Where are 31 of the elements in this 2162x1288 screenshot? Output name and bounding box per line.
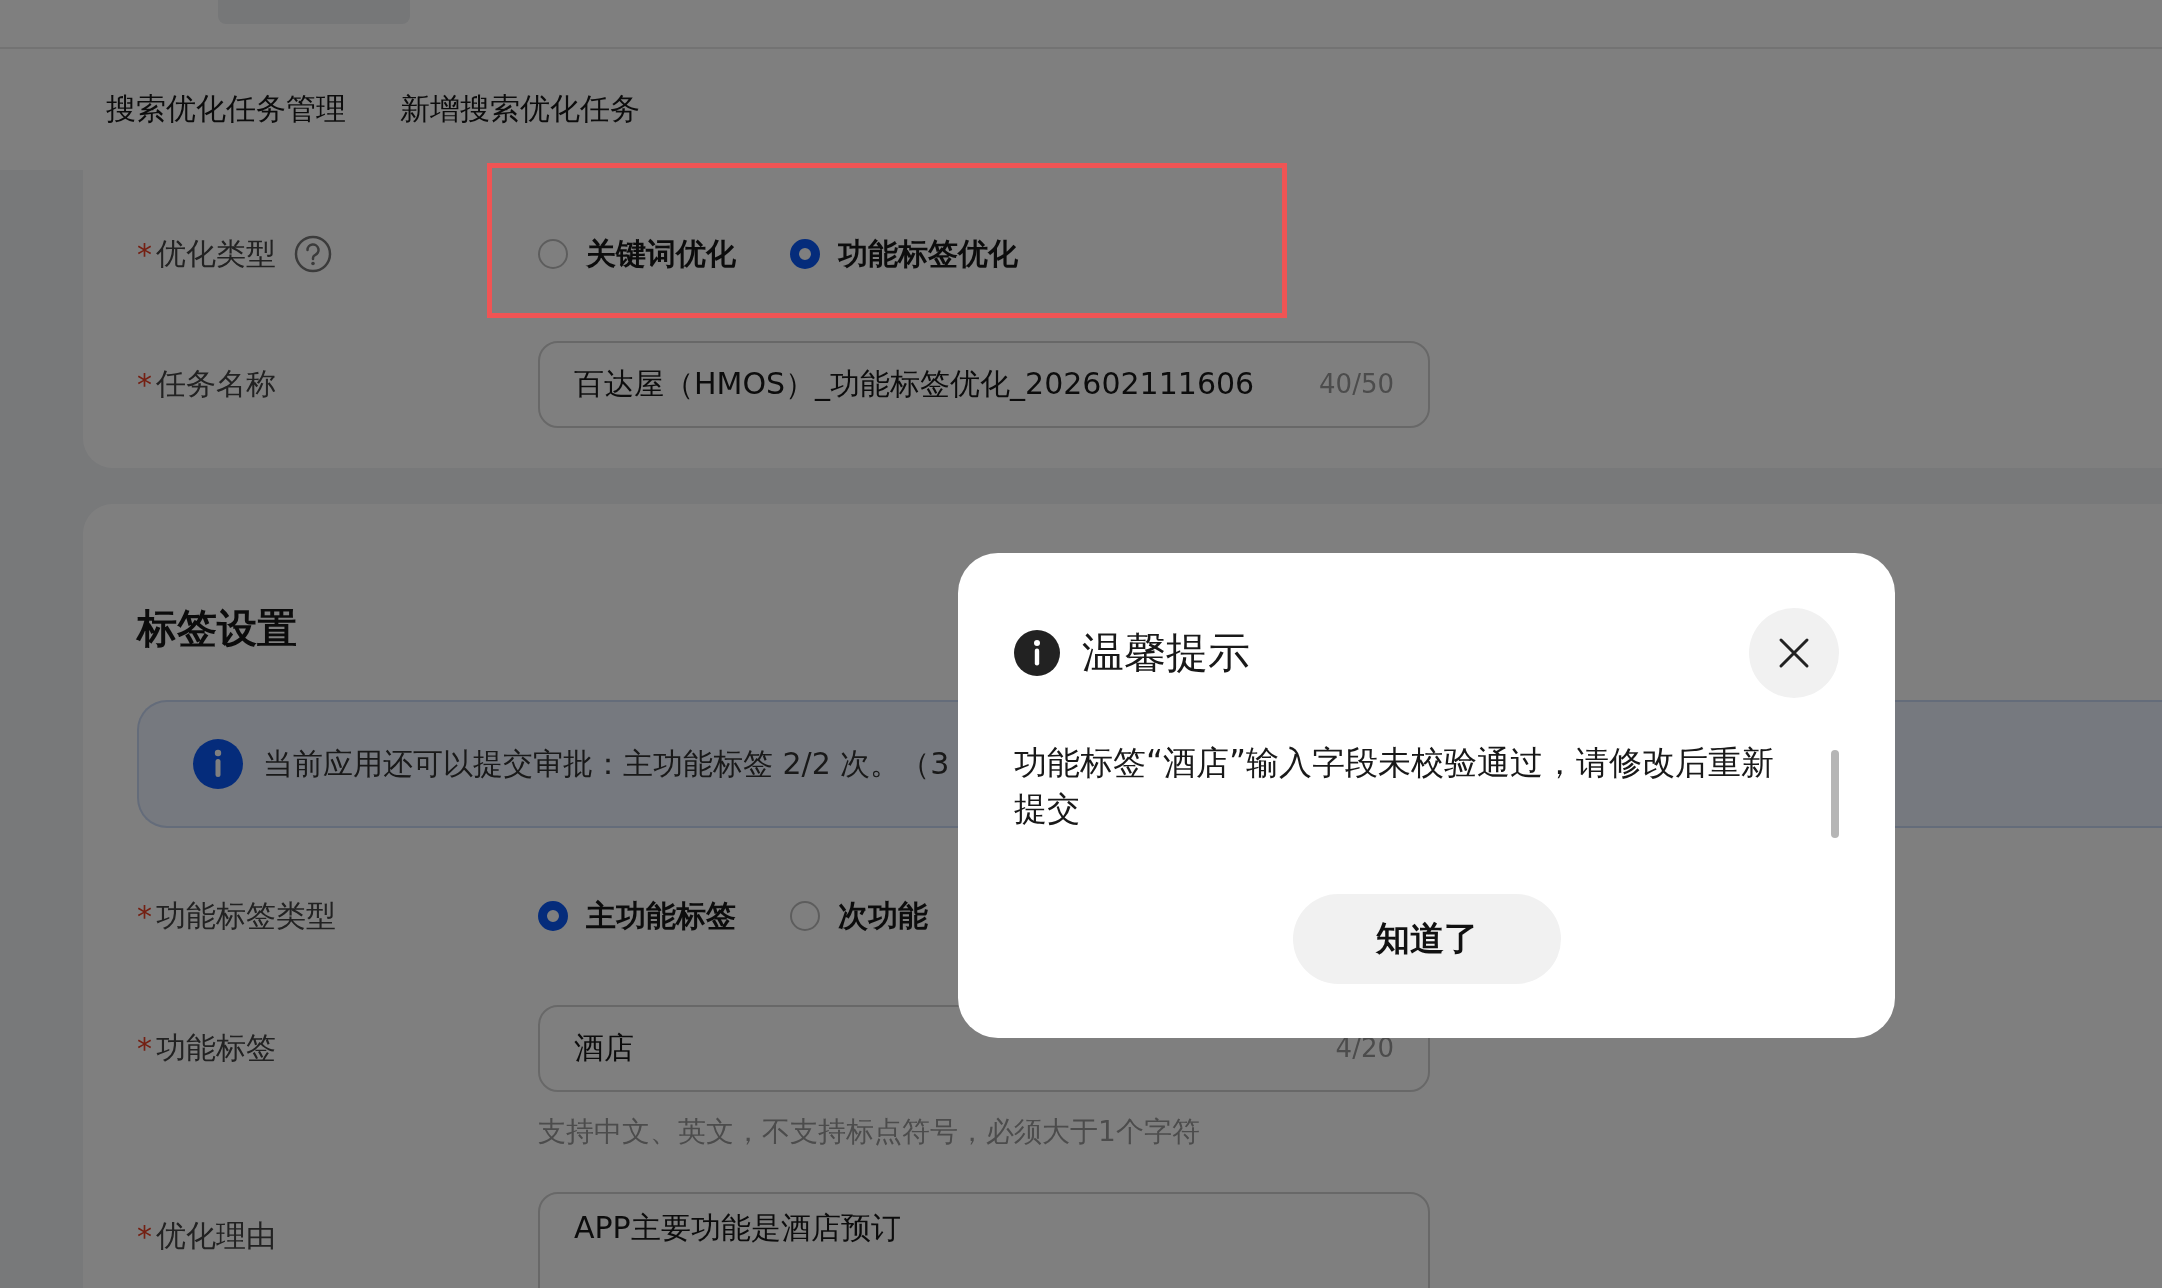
required-mark: * — [137, 898, 152, 934]
field-label: 功能标签类型 — [156, 896, 336, 935]
info-icon — [1014, 630, 1060, 676]
field-label: 优化理由 — [156, 1217, 276, 1255]
confirm-button[interactable]: 知道了 — [1292, 894, 1561, 984]
radio-button[interactable] — [538, 239, 568, 269]
text-area[interactable]: APP主要功能是酒店预订 — [538, 1192, 1430, 1288]
dialog-title: 温馨提示 — [1082, 627, 1251, 679]
dialog-message: 功能标签“酒店”输入字段未校验通过，请修改后重新提交 — [1014, 742, 1776, 830]
radio-button[interactable] — [790, 239, 820, 269]
radio-option[interactable]: 次功能 — [790, 895, 928, 937]
required-mark: * — [137, 1219, 152, 1254]
notice-text: 当前应用还可以提交审批：主功能标签 2/2 次。（3 — [263, 744, 950, 783]
radio-option[interactable]: 关键词优化 — [538, 233, 736, 275]
section-title: 标签设置 — [137, 604, 297, 653]
required-mark: * — [137, 236, 152, 272]
nav-tab[interactable]: 新增搜索优化任务 — [400, 89, 640, 130]
radio-option[interactable]: 主功能标签 — [538, 895, 736, 937]
help-icon[interactable] — [294, 235, 332, 273]
field-label: 优化类型 — [156, 234, 276, 273]
radio-option[interactable]: 功能标签优化 — [790, 233, 1018, 275]
required-mark: * — [137, 1030, 152, 1066]
nav-tab[interactable]: 搜索优化任务管理 — [106, 89, 346, 130]
required-mark: * — [137, 366, 152, 402]
scrollbar[interactable] — [1831, 750, 1839, 838]
radio-button[interactable] — [790, 901, 820, 931]
info-icon — [193, 739, 243, 789]
radio-button[interactable] — [538, 901, 568, 931]
close-icon — [1778, 637, 1810, 669]
field-label: 功能标签 — [156, 1028, 276, 1067]
field-label: 任务名称 — [156, 364, 276, 403]
